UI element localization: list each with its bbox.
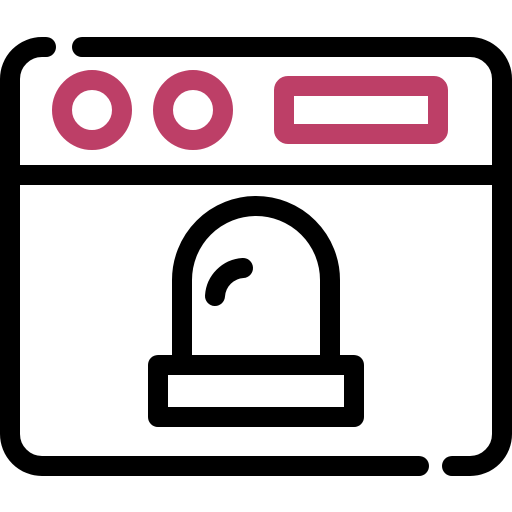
- alarm-siren-highlight: [205, 258, 253, 306]
- browser-alarm-icon-canvas: [0, 0, 512, 512]
- window-control-dot-1: [52, 70, 132, 150]
- alarm-siren-dome: [172, 196, 340, 366]
- address-bar: [274, 76, 448, 144]
- window-control-dot-2: [153, 70, 233, 150]
- browser-window-alarm-icon: [0, 37, 512, 476]
- alarm-siren-base: [148, 355, 364, 427]
